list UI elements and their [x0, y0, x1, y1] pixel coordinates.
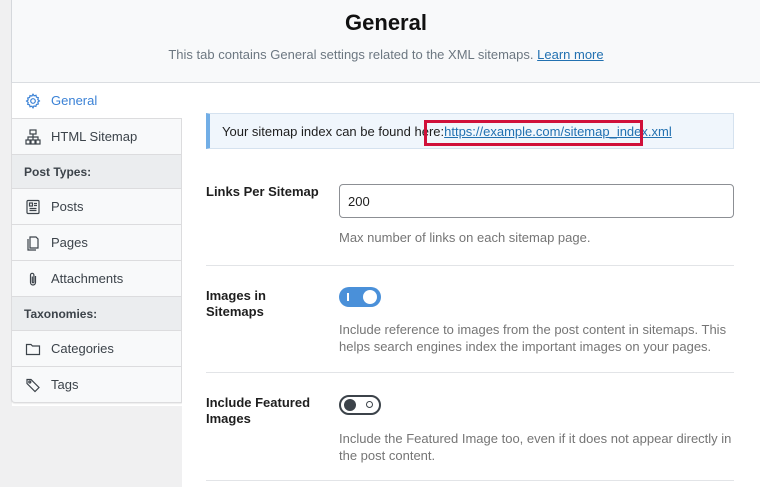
include-featured-images-toggle[interactable]	[339, 395, 381, 415]
post-types-heading: Post Types:	[11, 155, 182, 189]
learn-more-link[interactable]: Learn more	[537, 47, 603, 62]
notice-text: Your sitemap index can be found here:	[222, 123, 445, 139]
images-in-sitemaps-control: Include reference to images from the pos…	[339, 287, 739, 355]
sidebar-item-label: Categories	[51, 341, 114, 356]
sidebar-item-label: Attachments	[51, 271, 124, 286]
links-per-sitemap-row: Links Per Sitemap Max number of links on…	[206, 184, 734, 254]
pages-icon	[24, 234, 42, 252]
sidebar-item-posts[interactable]: Posts	[11, 189, 182, 225]
sitemap-index-link[interactable]: https://example.com/sitemap_index.xml	[444, 124, 672, 139]
posts-icon	[24, 198, 42, 216]
sidebar-item-label: Pages	[51, 235, 88, 250]
section-divider	[206, 265, 734, 266]
section-divider	[206, 480, 734, 481]
toggle-on-indicator	[347, 293, 349, 301]
include-featured-images-label: Include Featured Images	[206, 395, 311, 426]
tag-icon	[24, 376, 42, 394]
toggle-off-indicator	[366, 401, 373, 408]
images-in-sitemaps-row: Images in Sitemaps Include reference to …	[206, 287, 734, 358]
gear-icon	[24, 92, 42, 110]
links-per-sitemap-label: Links Per Sitemap	[206, 184, 319, 199]
links-per-sitemap-help: Max number of links on each sitemap page…	[339, 230, 591, 245]
sidebar-item-attachments[interactable]: Attachments	[11, 261, 182, 297]
images-in-sitemaps-label: Images in Sitemaps	[206, 288, 266, 319]
toggle-knob	[363, 290, 377, 304]
sitemap-notice: Your sitemap index can be found here: ht…	[206, 113, 734, 149]
links-per-sitemap-input[interactable]	[339, 184, 734, 218]
subtitle-text: This tab contains General settings relat…	[168, 47, 534, 62]
settings-sidebar: General HTML Sitemap Post Types: Posts P…	[11, 83, 182, 487]
include-featured-images-help: Include the Featured Image too, even if …	[339, 431, 732, 463]
images-in-sitemaps-help: Include reference to images from the pos…	[339, 322, 727, 354]
include-featured-images-row: Include Featured Images Include the Feat…	[206, 395, 734, 475]
settings-content: Your sitemap index can be found here: ht…	[182, 83, 760, 487]
sidebar-item-label: General	[51, 93, 98, 108]
sitemap-icon	[24, 128, 42, 146]
include-featured-images-control: Include the Featured Image too, even if …	[339, 395, 739, 464]
sidebar-item-pages[interactable]: Pages	[11, 225, 182, 261]
section-divider	[206, 372, 734, 373]
toggle-knob	[344, 399, 356, 411]
sidebar-item-general[interactable]: General	[11, 83, 182, 119]
paperclip-icon	[24, 270, 42, 288]
page-header: General This tab contains General settin…	[11, 0, 760, 83]
links-per-sitemap-control: Max number of links on each sitemap page…	[339, 184, 739, 246]
sidebar-item-label: Posts	[51, 199, 84, 214]
page-title: General	[345, 10, 427, 35]
images-in-sitemaps-toggle[interactable]	[339, 287, 381, 307]
sidebar-item-html-sitemap[interactable]: HTML Sitemap	[11, 119, 182, 155]
taxonomies-heading: Taxonomies:	[11, 297, 182, 331]
sidebar-item-categories[interactable]: Categories	[11, 331, 182, 367]
sidebar-item-label: HTML Sitemap	[51, 129, 138, 144]
page-subtitle: This tab contains General settings relat…	[12, 47, 760, 63]
folder-icon	[24, 340, 42, 358]
sidebar-item-tags[interactable]: Tags	[11, 367, 182, 403]
sidebar-item-label: Tags	[51, 377, 79, 392]
